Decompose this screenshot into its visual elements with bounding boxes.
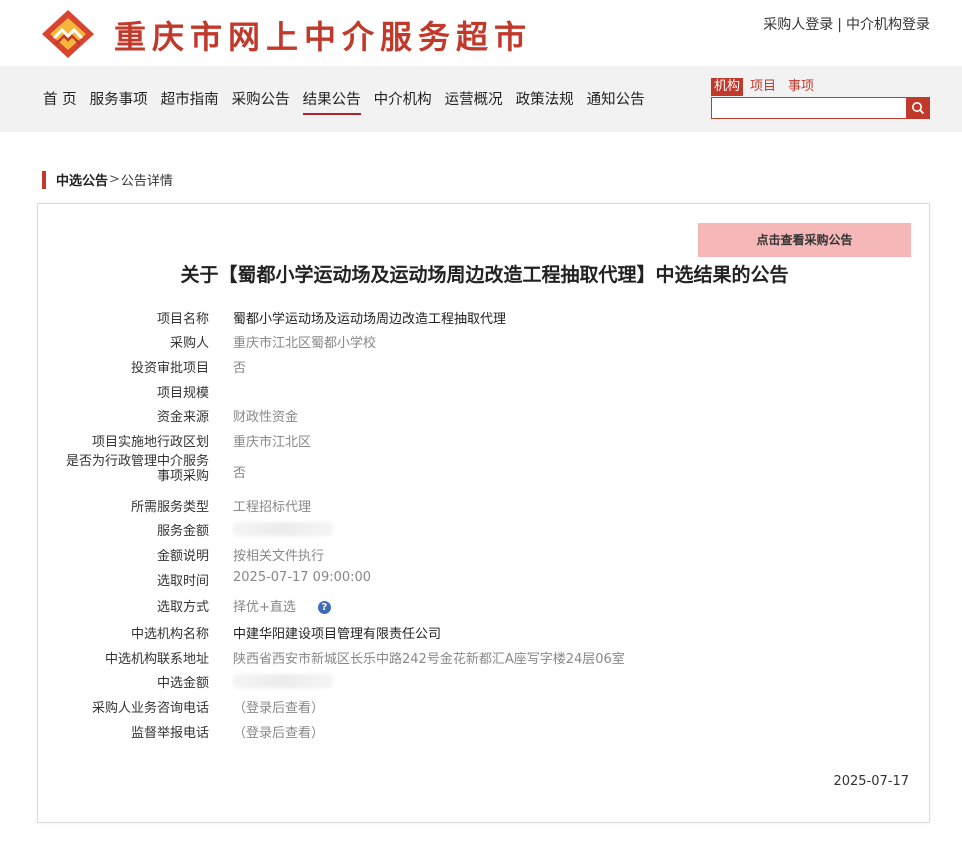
- detail-label: 是否为行政管理中介服务 事项采购: [38, 454, 209, 484]
- search-button[interactable]: [906, 97, 930, 119]
- detail-label: 选取方式: [156, 600, 209, 615]
- search-icon: [912, 102, 925, 115]
- detail-label: 项目实施地行政区划: [91, 435, 209, 450]
- notice-date: 2025-07-17: [833, 774, 909, 789]
- detail-label: 中选机构名称: [130, 627, 209, 642]
- search-tab-matter[interactable]: 事项: [785, 78, 817, 96]
- search-row: [711, 97, 931, 119]
- detail-value: 重庆市江北区: [233, 435, 312, 450]
- detail-label: 所需服务类型: [130, 500, 209, 515]
- site-header: 重庆市网上中介服务超市 采购人登录 | 中介机构登录: [0, 0, 962, 66]
- agency-login-link[interactable]: 中介机构登录: [846, 17, 930, 33]
- detail-value: 蜀都小学运动场及运动场周边改造工程抽取代理: [233, 312, 507, 327]
- detail-label-line: 事项采购: [156, 469, 209, 484]
- nav-item-market-guide[interactable]: 超市指南: [161, 88, 219, 115]
- detail-value: 中建华阳建设项目管理有限责任公司: [233, 627, 442, 642]
- detail-label: 资金来源: [156, 410, 209, 425]
- nav-item-announcements[interactable]: 通知公告: [587, 88, 645, 115]
- search-box: 机构 项目 事项: [711, 78, 931, 120]
- search-tab-agency[interactable]: 机构: [711, 78, 744, 96]
- breadcrumb-separator: >: [109, 172, 120, 187]
- search-tab-project[interactable]: 项目: [747, 78, 779, 96]
- breadcrumb: 中选公告 > 公告详情: [42, 170, 173, 189]
- selection-method-text: 择优+直选: [233, 600, 296, 615]
- notice-title: 关于【蜀都小学运动场及运动场周边改造工程抽取代理】中选结果的公告: [180, 264, 789, 286]
- detail-value: 按相关文件执行: [233, 549, 325, 564]
- login-links: 采购人登录 | 中介机构登录: [763, 14, 930, 34]
- site-logo-icon[interactable]: [40, 8, 96, 60]
- notice-card: 点击查看采购公告 关于【蜀都小学运动场及运动场周边改造工程抽取代理】中选结果的公…: [37, 203, 930, 823]
- detail-value: 否: [233, 466, 247, 481]
- nav-items: 首 页 服务事项 超市指南 采购公告 结果公告 中介机构 运营概况 政策法规 通…: [43, 88, 658, 115]
- detail-label: 投资审批项目: [130, 361, 209, 376]
- detail-label: 中选机构联系地址: [104, 652, 209, 667]
- nav-item-purchase-notices[interactable]: 采购公告: [232, 88, 290, 115]
- site-title: 重庆市网上中介服务超市: [114, 18, 533, 56]
- breadcrumb-accent-bar: [42, 170, 46, 189]
- breadcrumb-section-link[interactable]: 中选公告: [56, 170, 108, 189]
- detail-label: 选取时间: [156, 574, 209, 589]
- detail-value: 工程招标代理: [233, 500, 312, 515]
- nav-item-home[interactable]: 首 页: [43, 88, 77, 115]
- nav-item-policies[interactable]: 政策法规: [516, 88, 574, 115]
- detail-value-redacted: [233, 674, 333, 688]
- nav-item-operations-overview[interactable]: 运营概况: [445, 88, 503, 115]
- login-separator: |: [837, 17, 842, 33]
- view-purchase-notice-button[interactable]: 点击查看采购公告: [698, 223, 911, 257]
- detail-value: 重庆市江北区蜀都小学校: [233, 336, 377, 351]
- detail-value: 否: [233, 361, 247, 376]
- nav-item-service-matters[interactable]: 服务事项: [90, 88, 148, 115]
- nav-item-agencies[interactable]: 中介机构: [374, 88, 432, 115]
- breadcrumb-current: 公告详情: [120, 174, 173, 189]
- help-icon[interactable]: ?: [317, 601, 331, 614]
- detail-value: 陕西省西安市新城区长乐中路242号金花新都汇A座写字楼24层06室: [233, 652, 625, 667]
- detail-label: 项目名称: [156, 312, 209, 327]
- detail-label: 采购人: [169, 336, 209, 351]
- detail-label: 监督举报电话: [130, 726, 209, 741]
- detail-label: 中选金额: [156, 676, 209, 691]
- detail-label-line: 是否为行政管理中介服务: [65, 454, 209, 469]
- detail-value: 财政性资金: [233, 410, 299, 425]
- buyer-login-link[interactable]: 采购人登录: [763, 17, 833, 33]
- detail-value-login-to-view[interactable]: （登录后查看）: [233, 697, 324, 716]
- search-tabs: 机构 项目 事项: [711, 78, 931, 96]
- main-nav: 首 页 服务事项 超市指南 采购公告 结果公告 中介机构 运营概况 政策法规 通…: [0, 66, 962, 132]
- detail-label: 服务金额: [156, 524, 209, 539]
- nav-item-result-notices[interactable]: 结果公告: [302, 88, 361, 115]
- detail-label: 采购人业务咨询电话: [91, 701, 209, 716]
- search-input[interactable]: [711, 97, 906, 119]
- detail-value: 择优+直选?: [233, 596, 331, 615]
- detail-label: 金额说明: [156, 549, 209, 564]
- detail-value-login-to-view[interactable]: （登录后查看）: [233, 722, 324, 741]
- detail-label: 项目规模: [156, 386, 209, 401]
- detail-value: 2025-07-17 09:00:00: [233, 570, 372, 585]
- detail-value-redacted: [233, 522, 333, 536]
